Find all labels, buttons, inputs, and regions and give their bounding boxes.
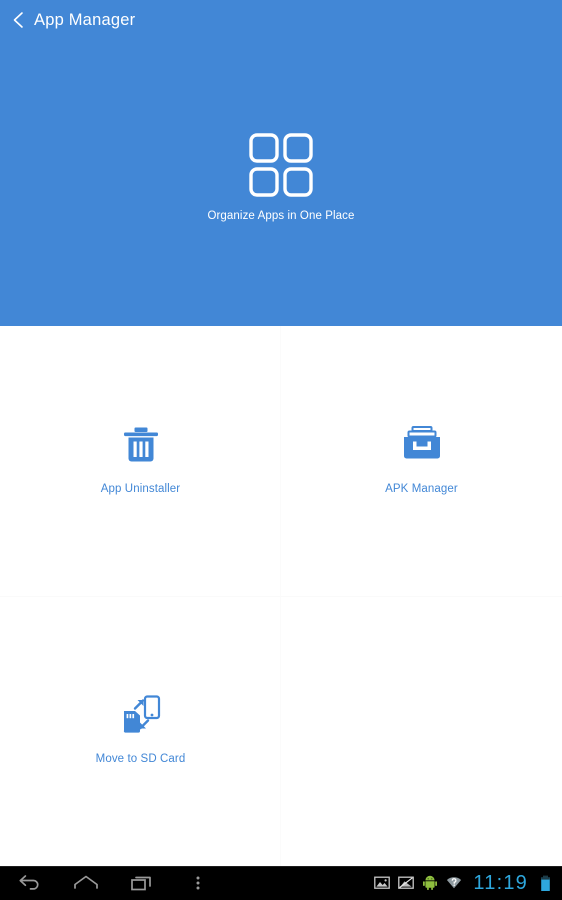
nav-menu-button[interactable]	[170, 866, 226, 900]
back-button[interactable]	[0, 0, 36, 40]
home-icon	[72, 873, 100, 893]
title-bar: App Manager	[0, 0, 562, 40]
nav-back-button[interactable]	[2, 866, 58, 900]
tool-apk-manager[interactable]: APK Manager	[281, 326, 562, 596]
tool-empty-slot	[281, 596, 562, 866]
system-navigation-bar: 11:19	[0, 866, 562, 900]
nav-recents-button[interactable]	[114, 866, 170, 900]
android-robot-icon[interactable]	[421, 875, 438, 892]
tool-label: Move to SD Card	[95, 753, 186, 765]
sd-card-transfer-icon	[118, 692, 164, 738]
wifi-question-icon[interactable]	[445, 875, 462, 892]
hero-caption: Organize Apps in One Place	[207, 210, 355, 222]
back-arrow-icon	[17, 873, 43, 893]
recents-icon	[129, 873, 155, 893]
status-clock: 11:19	[473, 871, 528, 894]
app-manager-screen: App Manager Organize Apps in One Place A…	[0, 0, 562, 900]
nav-button-group	[0, 866, 226, 900]
page-title: App Manager	[34, 11, 136, 29]
tool-move-to-sd-card[interactable]: Move to SD Card	[0, 596, 281, 866]
inbox-tray-icon	[399, 422, 445, 468]
app-grid-icon	[248, 132, 314, 198]
overflow-menu-icon	[194, 873, 202, 893]
tools-grid: App Uninstaller APK Manager Move to SD C…	[0, 326, 562, 866]
trash-icon	[118, 422, 164, 468]
nav-home-button[interactable]	[58, 866, 114, 900]
status-icon-group: 11:19	[373, 866, 554, 900]
image-slash-icon[interactable]	[397, 875, 414, 892]
image-icon[interactable]	[373, 875, 390, 892]
app-header: App Manager Organize Apps in One Place	[0, 0, 562, 326]
hero-block: Organize Apps in One Place	[0, 132, 562, 222]
battery-icon[interactable]	[537, 875, 554, 892]
tool-label: APK Manager	[385, 483, 458, 495]
chevron-left-icon	[10, 10, 26, 30]
tool-app-uninstaller[interactable]: App Uninstaller	[0, 326, 281, 596]
tool-label: App Uninstaller	[100, 483, 181, 495]
